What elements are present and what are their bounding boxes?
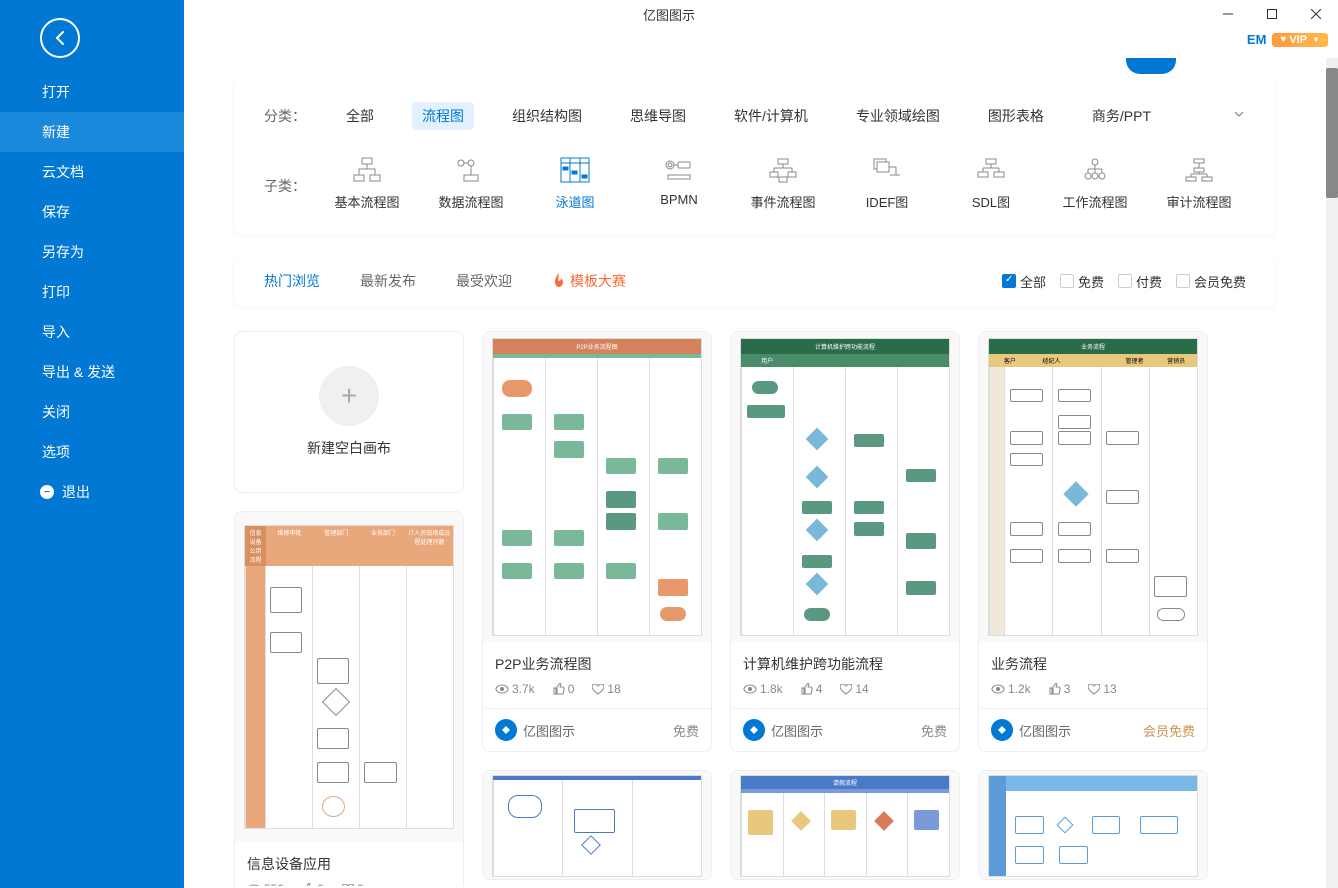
category-business[interactable]: 商务/PPT [1082, 102, 1161, 130]
category-label: 分类： [264, 106, 308, 126]
window-controls [1206, 0, 1338, 28]
subcat-audit[interactable]: 审计流程图 [1154, 156, 1244, 211]
subcat-swimlane[interactable]: 泳道图 [530, 156, 620, 211]
new-blank-card[interactable]: + 新建空白画布 [234, 331, 464, 493]
workflow-icon [1078, 156, 1112, 184]
flame-icon [552, 273, 566, 289]
bpmn-icon [662, 156, 696, 184]
hearts-stat: 6 [342, 882, 364, 886]
card-title: 计算机维护跨功能流程 [743, 654, 947, 674]
em-badge: EM [1247, 32, 1267, 47]
maximize-button[interactable] [1250, 0, 1294, 28]
subcat-event-flow[interactable]: 事件流程图 [738, 156, 828, 211]
sidebar-item-close[interactable]: 关闭 [0, 392, 184, 432]
scrollbar[interactable] [1326, 58, 1338, 888]
category-all[interactable]: 全部 [336, 102, 384, 130]
back-button[interactable] [40, 18, 80, 58]
app-title: 亿图图示 [643, 5, 695, 24]
sidebar-item-cloud[interactable]: 云文档 [0, 152, 184, 192]
filter-row: 热门浏览 最新发布 最受欢迎 模板大赛 全部 免费 付费 会员免费 [234, 255, 1276, 307]
template-card-partial-2[interactable]: 请假流程 [730, 770, 960, 880]
price-free[interactable]: 免费 [1060, 272, 1104, 291]
card-title: P2P业务流程图 [495, 654, 699, 674]
swimlane-icon [558, 156, 592, 184]
filter-contest[interactable]: 模板大赛 [552, 267, 626, 295]
template-thumb: 信息设备公用流程维修申批管理部门业务部门IT人员现场或远程处理问题 [235, 512, 463, 842]
logout-icon: − [40, 485, 54, 499]
likes-stat: 0 [302, 882, 324, 886]
template-card-0[interactable]: 信息设备公用流程维修申批管理部门业务部门IT人员现场或远程处理问题 [234, 511, 464, 886]
template-grid: + 新建空白画布 信息设备公用流程维修申批管理部门业务部门IT人员现场或远程处理… [184, 307, 1326, 886]
category-professional[interactable]: 专业领域绘图 [846, 102, 950, 130]
sidebar-item-saveas[interactable]: 另存为 [0, 232, 184, 272]
account-badges[interactable]: EM ♥VIP▼ [1247, 32, 1328, 47]
basic-flow-icon [350, 156, 384, 184]
audit-icon [1182, 156, 1216, 184]
idef-icon [870, 156, 904, 184]
category-software[interactable]: 软件/计算机 [724, 102, 818, 130]
price-paid[interactable]: 付费 [1118, 272, 1162, 291]
plus-icon: + [319, 366, 379, 426]
sidebar-item-new[interactable]: 新建 [0, 112, 184, 152]
views-stat: 559 [247, 882, 284, 886]
category-graphics[interactable]: 图形表格 [978, 102, 1054, 130]
template-card-partial-1[interactable] [482, 770, 712, 880]
price-filters: 全部 免费 付费 会员免费 [1002, 272, 1246, 291]
subcat-sdl[interactable]: SDL图 [946, 156, 1036, 211]
sidebar-item-logout[interactable]: − 退出 [0, 472, 184, 512]
sidebar: 打开 新建 云文档 保存 另存为 打印 导入 导出 & 发送 关闭 选项 − 退… [0, 0, 184, 888]
content-area: 分类： 全部 流程图 组织结构图 思维导图 软件/计算机 专业领域绘图 图形表格… [184, 58, 1326, 886]
filter-popular[interactable]: 热门浏览 [264, 267, 320, 295]
data-flow-icon [454, 156, 488, 184]
subcat-workflow[interactable]: 工作流程图 [1050, 156, 1140, 211]
scrollbar-thumb[interactable] [1326, 68, 1338, 198]
template-thumb: 业务流程 客户经纪人管理者营销员 [979, 332, 1207, 642]
sidebar-item-save[interactable]: 保存 [0, 192, 184, 232]
subcategory-row: 子类： 基本流程图 数据流程图 泳道图 BPMN 事件流程图 [264, 156, 1246, 211]
subcat-idef[interactable]: IDEF图 [842, 156, 932, 211]
template-thumb: P2P业务流程图 [483, 332, 711, 642]
category-panel: 分类： 全部 流程图 组织结构图 思维导图 软件/计算机 专业领域绘图 图形表格… [234, 78, 1276, 235]
subcategory-label: 子类： [264, 176, 308, 196]
card-title: 信息设备应用 [247, 854, 451, 874]
template-thumb: 计算机维护跨功能流程 用户 [731, 332, 959, 642]
price-all[interactable]: 全部 [1002, 272, 1046, 291]
sidebar-item-options[interactable]: 选项 [0, 432, 184, 472]
vip-badge[interactable]: ♥VIP▼ [1272, 33, 1328, 47]
sdl-icon [974, 156, 1008, 184]
title-bar: 亿图图示 [0, 0, 1338, 28]
filter-liked[interactable]: 最受欢迎 [456, 267, 512, 295]
sidebar-item-open[interactable]: 打开 [0, 72, 184, 112]
close-button[interactable] [1294, 0, 1338, 28]
event-flow-icon [766, 156, 800, 184]
template-card-3[interactable]: 业务流程 客户经纪人管理者营销员 [978, 331, 1208, 752]
subcat-basic-flow[interactable]: 基本流程图 [322, 156, 412, 211]
template-card-2[interactable]: 计算机维护跨功能流程 用户 [730, 331, 960, 752]
search-button-partial[interactable] [1126, 58, 1176, 74]
category-flowchart[interactable]: 流程图 [412, 102, 474, 130]
price-member[interactable]: 会员免费 [1176, 272, 1246, 291]
template-card-1[interactable]: P2P业务流程图 [482, 331, 712, 752]
minimize-button[interactable] [1206, 0, 1250, 28]
subcat-data-flow[interactable]: 数据流程图 [426, 156, 516, 211]
category-mindmap[interactable]: 思维导图 [620, 102, 696, 130]
filter-latest[interactable]: 最新发布 [360, 267, 416, 295]
subcat-bpmn[interactable]: BPMN [634, 156, 724, 207]
template-card-partial-3[interactable] [978, 770, 1208, 880]
category-orgchart[interactable]: 组织结构图 [502, 102, 592, 130]
card-title: 业务流程 [991, 654, 1195, 674]
chevron-down-icon[interactable] [1232, 107, 1246, 126]
author-icon [495, 719, 517, 741]
sidebar-item-print[interactable]: 打印 [0, 272, 184, 312]
sidebar-item-export[interactable]: 导出 & 发送 [0, 352, 184, 392]
category-row: 分类： 全部 流程图 组织结构图 思维导图 软件/计算机 专业领域绘图 图形表格… [264, 102, 1246, 130]
sidebar-item-import[interactable]: 导入 [0, 312, 184, 352]
